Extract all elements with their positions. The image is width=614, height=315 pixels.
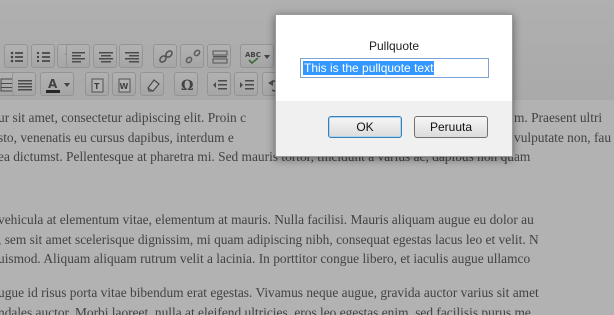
- dialog-title: Pullquote: [368, 39, 420, 53]
- ok-button[interactable]: OK: [328, 116, 402, 138]
- pullquote-text-input[interactable]: This is the pullquote text: [300, 58, 489, 78]
- cancel-button[interactable]: Peruuta: [414, 116, 488, 138]
- pullquote-dialog: Pullquote This is the pullquote text OK …: [275, 14, 513, 157]
- selected-text: This is the pullquote text: [303, 61, 435, 75]
